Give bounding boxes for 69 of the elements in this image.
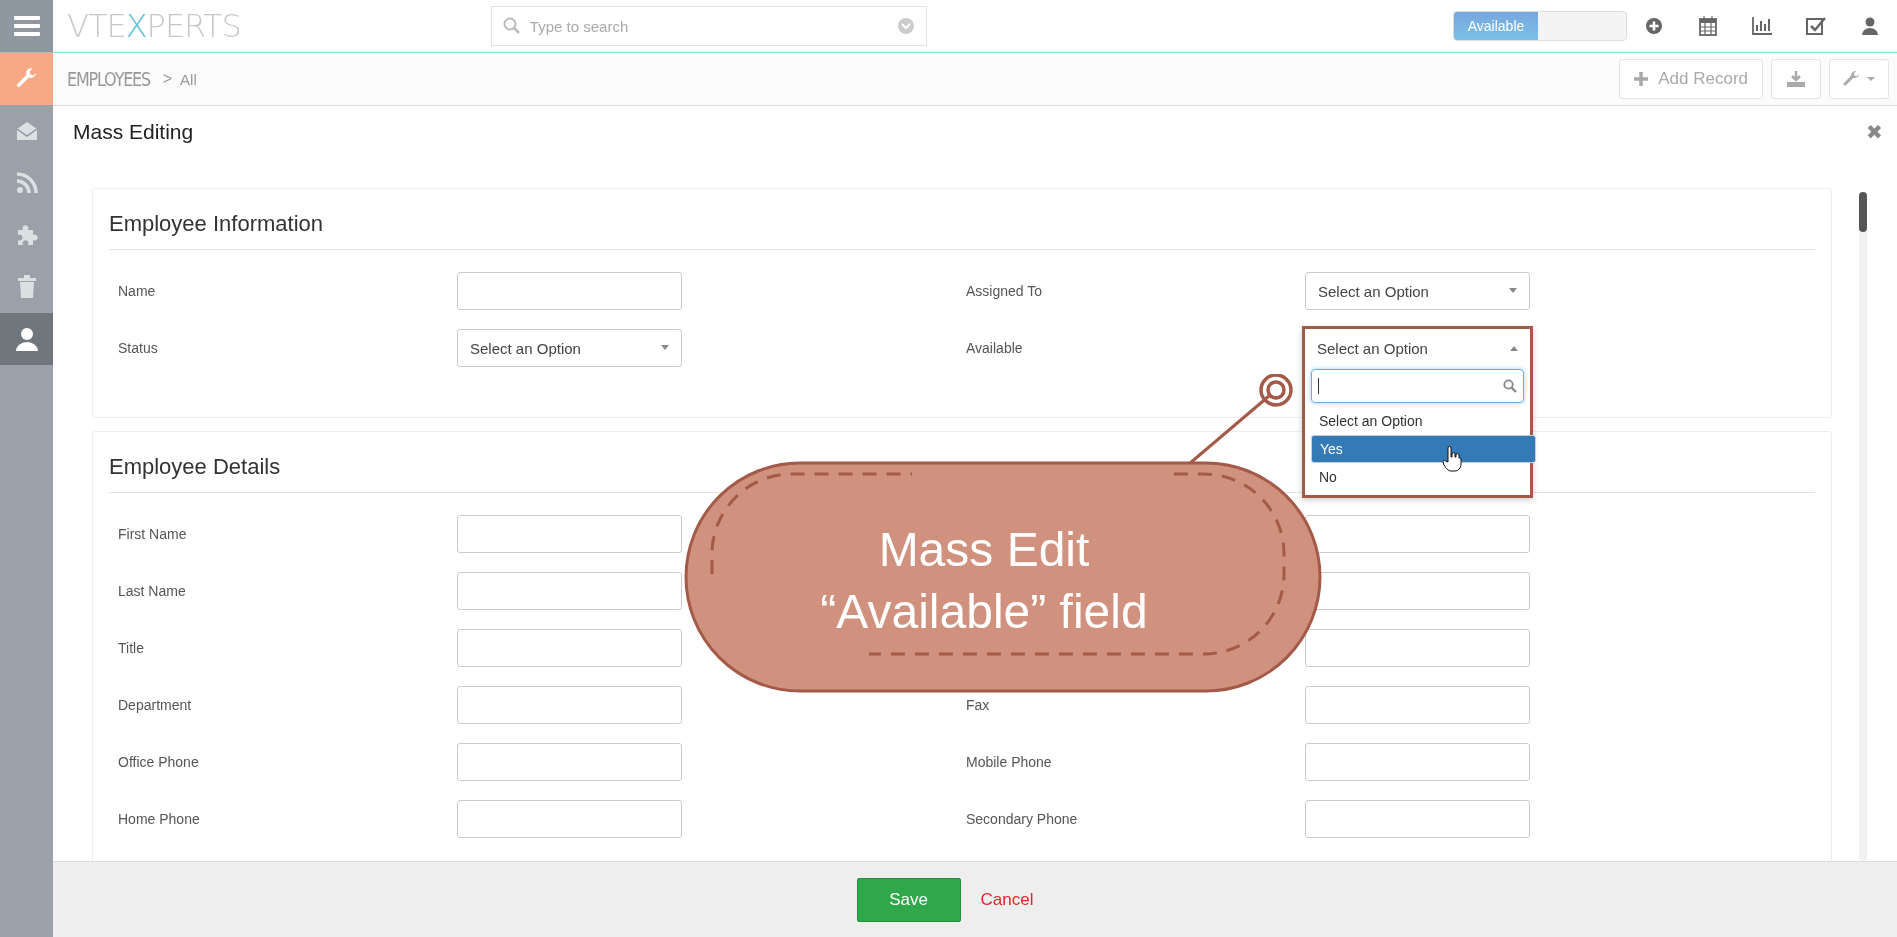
dropdown-option[interactable]: No: [1311, 463, 1524, 491]
menu-icon: [13, 15, 40, 37]
scrollbar[interactable]: [1859, 192, 1867, 861]
chevron-down-icon: [896, 17, 915, 35]
plus-circle-icon: [1645, 17, 1663, 35]
modal-title: Mass Editing: [73, 120, 194, 144]
text-input[interactable]: [1305, 515, 1530, 553]
status-toggle[interactable]: Available: [1453, 11, 1627, 41]
select-dropdown[interactable]: Select an Option: [457, 329, 682, 367]
wrench-caret-icon: [1842, 70, 1876, 88]
add-record-button[interactable]: Add Record: [1619, 59, 1763, 99]
text-input[interactable]: [457, 272, 682, 310]
text-input[interactable]: [1305, 629, 1530, 667]
text-input[interactable]: [457, 629, 682, 667]
search-icon: [502, 17, 521, 35]
view-name[interactable]: All: [180, 70, 197, 88]
module-title[interactable]: EMPLOYEES: [67, 67, 150, 91]
caret-down-icon: [661, 345, 669, 351]
text-input[interactable]: [457, 572, 682, 610]
field-label: Last Name: [118, 583, 186, 599]
cancel-link[interactable]: Cancel: [980, 889, 1034, 910]
text-input[interactable]: [457, 686, 682, 724]
search-field[interactable]: Type to search: [490, 6, 927, 46]
download-icon: [1787, 71, 1805, 87]
select-dropdown[interactable]: Select an Option: [1305, 329, 1530, 367]
dropdown-option[interactable]: Select an Option: [1311, 407, 1524, 435]
field-label: Available: [966, 340, 1023, 356]
dropdown-search-field[interactable]: [1311, 369, 1524, 403]
field-label: Assigned To: [966, 283, 1042, 299]
text-input[interactable]: [457, 743, 682, 781]
field-label: Title: [118, 640, 144, 656]
callout-text: Mass Edit “Available” field: [819, 522, 1149, 640]
plus-icon: [1634, 72, 1649, 86]
bar-chart-icon: [1752, 17, 1772, 35]
section-title: Employee Information: [109, 189, 1815, 250]
search-icon: [1503, 379, 1517, 393]
text-input[interactable]: [457, 515, 682, 553]
field-label: Home Phone: [118, 811, 200, 827]
field-label: Office Phone: [118, 754, 199, 770]
sidebar-item[interactable]: [0, 53, 53, 105]
rss-icon: [15, 172, 38, 194]
checkbox-icon: [1806, 16, 1826, 36]
select-dropdown[interactable]: Select an Option: [1305, 272, 1530, 310]
text-input[interactable]: [1305, 686, 1530, 724]
text-input[interactable]: [1305, 800, 1530, 838]
field-label: Name: [118, 283, 156, 299]
field-label: Status: [118, 340, 158, 356]
calendar-icon: [1699, 16, 1717, 36]
field-label: First Name: [118, 526, 187, 542]
field-label: Mobile Phone: [966, 754, 1052, 770]
import-button[interactable]: [1771, 59, 1821, 99]
settings-dropdown-button[interactable]: [1829, 59, 1889, 99]
breadcrumb-separator: >: [162, 70, 173, 88]
hand-pointer-icon: [1442, 446, 1462, 472]
caret-down-icon: [1509, 288, 1517, 294]
save-button[interactable]: Save: [856, 877, 961, 922]
envelope-icon: [14, 119, 39, 143]
text-input[interactable]: [457, 800, 682, 838]
field-label: Secondary Phone: [966, 811, 1078, 827]
close-button[interactable]: ✖: [1866, 120, 1883, 144]
user-icon: [15, 327, 38, 351]
sidebar-item[interactable]: [0, 313, 53, 365]
menu-button[interactable]: [0, 0, 53, 53]
trash-icon: [16, 275, 37, 299]
field-label: Fax: [966, 697, 990, 713]
caret-up-icon: [1510, 345, 1518, 351]
text-input[interactable]: [1305, 743, 1530, 781]
field-label: Department: [118, 697, 192, 713]
user-icon: [1862, 17, 1878, 35]
